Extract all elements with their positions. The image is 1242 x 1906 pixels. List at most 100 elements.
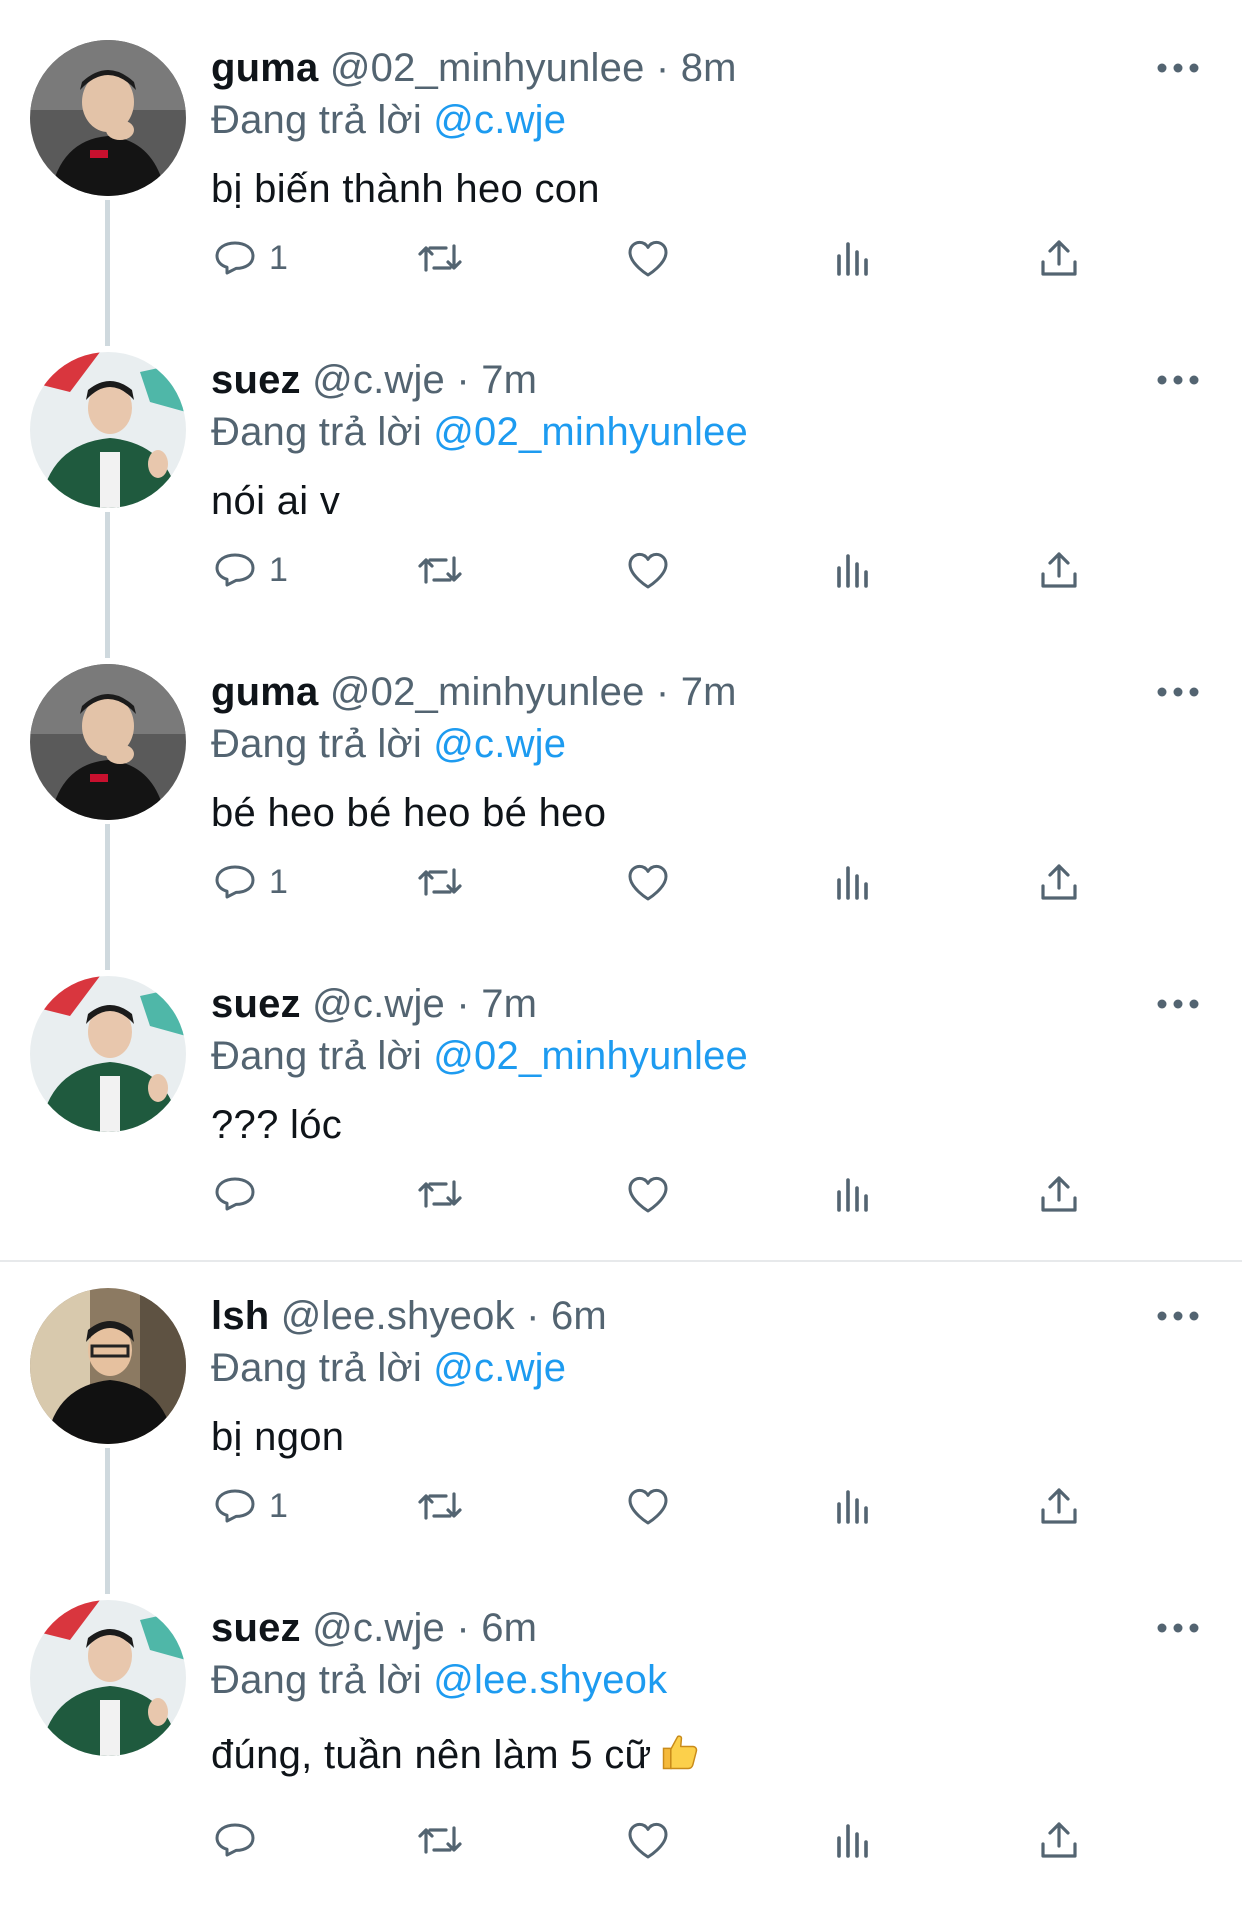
reply-button[interactable] <box>211 1812 269 1868</box>
reply-button[interactable]: 1 <box>211 542 288 598</box>
separator-dot: · <box>655 670 670 714</box>
display-name[interactable]: lsh <box>211 1294 269 1338</box>
display-name[interactable]: guma <box>211 46 318 90</box>
retweet-button[interactable] <box>414 542 466 598</box>
display-name[interactable]: suez <box>211 982 301 1026</box>
user-handle[interactable]: @c.wje <box>312 982 445 1026</box>
timestamp[interactable]: 6m <box>481 1606 537 1650</box>
more-options-button[interactable] <box>1156 1618 1200 1638</box>
display-name[interactable]: guma <box>211 670 318 714</box>
user-handle[interactable]: @02_minhyunlee <box>330 670 645 714</box>
views-button[interactable] <box>829 542 877 598</box>
replying-to-label: Đang trả lời <box>211 1346 434 1390</box>
replying-to: Đang trả lời @c.wje <box>211 1344 566 1392</box>
user-handle[interactable]: @c.wje <box>312 1606 445 1650</box>
share-button[interactable] <box>1035 1812 1083 1868</box>
tweet-text: bé heo bé heo bé heo <box>211 791 607 835</box>
tweet-text: ??? lóc <box>211 1103 343 1147</box>
tweet-text: nói ai v <box>211 479 341 523</box>
views-button[interactable] <box>829 230 877 286</box>
retweet-icon <box>418 868 462 896</box>
timestamp[interactable]: 7m <box>481 982 537 1026</box>
reply-button[interactable]: 1 <box>211 854 288 910</box>
more-options-button[interactable] <box>1156 370 1200 390</box>
reply-count: 1 <box>269 551 288 589</box>
views-button[interactable] <box>829 1166 877 1222</box>
more-icon <box>1157 1623 1199 1633</box>
avatar[interactable] <box>30 1600 186 1756</box>
reply-button[interactable]: 1 <box>211 230 288 286</box>
timestamp[interactable]: 6m <box>551 1294 607 1338</box>
timestamp[interactable]: 7m <box>481 358 537 402</box>
retweet-button[interactable] <box>414 854 466 910</box>
retweet-icon <box>418 1180 462 1208</box>
tweet-actions <box>211 1166 1111 1222</box>
display-name[interactable]: suez <box>211 1606 301 1650</box>
more-options-button[interactable] <box>1156 58 1200 78</box>
share-button[interactable] <box>1035 542 1083 598</box>
reply-button[interactable] <box>211 1166 269 1222</box>
mention-link[interactable]: @c.wje <box>433 722 566 766</box>
like-button[interactable] <box>624 230 672 286</box>
mention-link[interactable]: @02_minhyunlee <box>433 1034 748 1078</box>
more-options-button[interactable] <box>1156 682 1200 702</box>
replying-to-label: Đang trả lời <box>211 410 434 454</box>
more-icon <box>1157 375 1199 385</box>
user-handle[interactable]: @02_minhyunlee <box>330 46 645 90</box>
like-button[interactable] <box>624 1478 672 1534</box>
mention-link[interactable]: @c.wje <box>433 1346 566 1390</box>
reply-icon <box>215 1489 255 1523</box>
like-button[interactable] <box>624 1166 672 1222</box>
share-button[interactable] <box>1035 230 1083 286</box>
reply-button[interactable]: 1 <box>211 1478 288 1534</box>
mention-link[interactable]: @lee.shyeok <box>433 1658 667 1702</box>
avatar[interactable] <box>30 976 186 1132</box>
more-options-button[interactable] <box>1156 1306 1200 1326</box>
avatar[interactable] <box>30 40 186 196</box>
more-icon <box>1157 999 1199 1009</box>
separator-dot: · <box>526 1294 540 1338</box>
replying-to-label: Đang trả lời <box>211 1658 434 1702</box>
reply-count: 1 <box>269 863 288 901</box>
reply-icon <box>215 1823 255 1857</box>
retweet-button[interactable] <box>414 1478 466 1534</box>
avatar[interactable] <box>30 1288 186 1444</box>
like-button[interactable] <box>624 542 672 598</box>
timestamp[interactable]: 8m <box>681 46 737 90</box>
retweet-button[interactable] <box>414 1166 466 1222</box>
views-icon <box>837 242 868 276</box>
replying-to-label: Đang trả lời <box>211 98 434 142</box>
display-name[interactable]: suez <box>211 358 301 402</box>
share-button[interactable] <box>1035 1478 1083 1534</box>
tweet[interactable]: suez @c.wje · 7m Đang trả lời @02_minhyu… <box>0 352 1242 622</box>
user-handle[interactable]: @c.wje <box>312 358 445 402</box>
tweet[interactable]: suez @c.wje · 6m Đang trả lời @lee.shyeo… <box>0 1600 1242 1890</box>
tweet[interactable]: lsh @lee.shyeok · 6m Đang trả lời @c.wje… <box>0 1288 1242 1558</box>
timestamp[interactable]: 7m <box>681 670 737 714</box>
like-button[interactable] <box>624 1812 672 1868</box>
retweet-icon <box>418 556 462 584</box>
views-button[interactable] <box>829 1812 877 1868</box>
like-icon <box>628 1488 668 1525</box>
tweet[interactable]: guma @02_minhyunlee · 7m Đang trả lời @c… <box>0 664 1242 934</box>
retweet-button[interactable] <box>414 1812 466 1868</box>
tweet[interactable]: suez @c.wje · 7m Đang trả lời @02_minhyu… <box>0 976 1242 1246</box>
like-button[interactable] <box>624 854 672 910</box>
tweet-text-container: đúng, tuần nên làm 5 cữ <box>211 1730 702 1786</box>
avatar[interactable] <box>30 352 186 508</box>
mention-link[interactable]: @02_minhyunlee <box>433 410 748 454</box>
views-button[interactable] <box>829 854 877 910</box>
share-icon <box>1041 552 1077 588</box>
user-handle[interactable]: @lee.shyeok <box>281 1294 515 1338</box>
tweet-header: suez @c.wje · 7m <box>211 356 537 404</box>
mention-link[interactable]: @c.wje <box>433 98 566 142</box>
share-button[interactable] <box>1035 1166 1083 1222</box>
retweet-button[interactable] <box>414 230 466 286</box>
views-button[interactable] <box>829 1478 877 1534</box>
tweet[interactable]: guma @02_minhyunlee · 8m Đang trả lời @c… <box>0 40 1242 310</box>
more-options-button[interactable] <box>1156 994 1200 1014</box>
share-button[interactable] <box>1035 854 1083 910</box>
views-icon <box>837 866 868 900</box>
avatar[interactable] <box>30 664 186 820</box>
like-icon <box>628 1822 668 1859</box>
